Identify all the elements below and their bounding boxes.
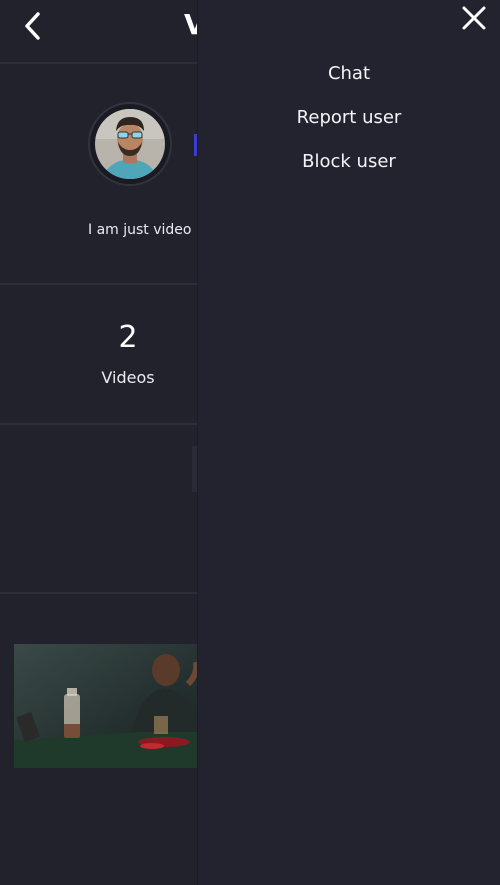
avatar-frame <box>88 102 172 186</box>
profile-bio: I am just video <box>88 222 192 238</box>
menu-item-block-user[interactable]: Block user <box>198 150 500 174</box>
video-thumbnail[interactable] <box>14 644 204 768</box>
back-button[interactable] <box>18 10 48 42</box>
side-drawer: Chat Report user Block user <box>197 0 500 885</box>
chevron-left-icon <box>25 12 40 40</box>
menu-item-chat[interactable]: Chat <box>198 62 500 86</box>
close-button[interactable] <box>460 4 488 32</box>
screen: V I am just video 2 Videos Chat Report u… <box>0 0 500 885</box>
avatar[interactable] <box>95 109 165 179</box>
close-icon <box>462 6 486 30</box>
menu-item-report-user[interactable]: Report user <box>198 106 500 130</box>
